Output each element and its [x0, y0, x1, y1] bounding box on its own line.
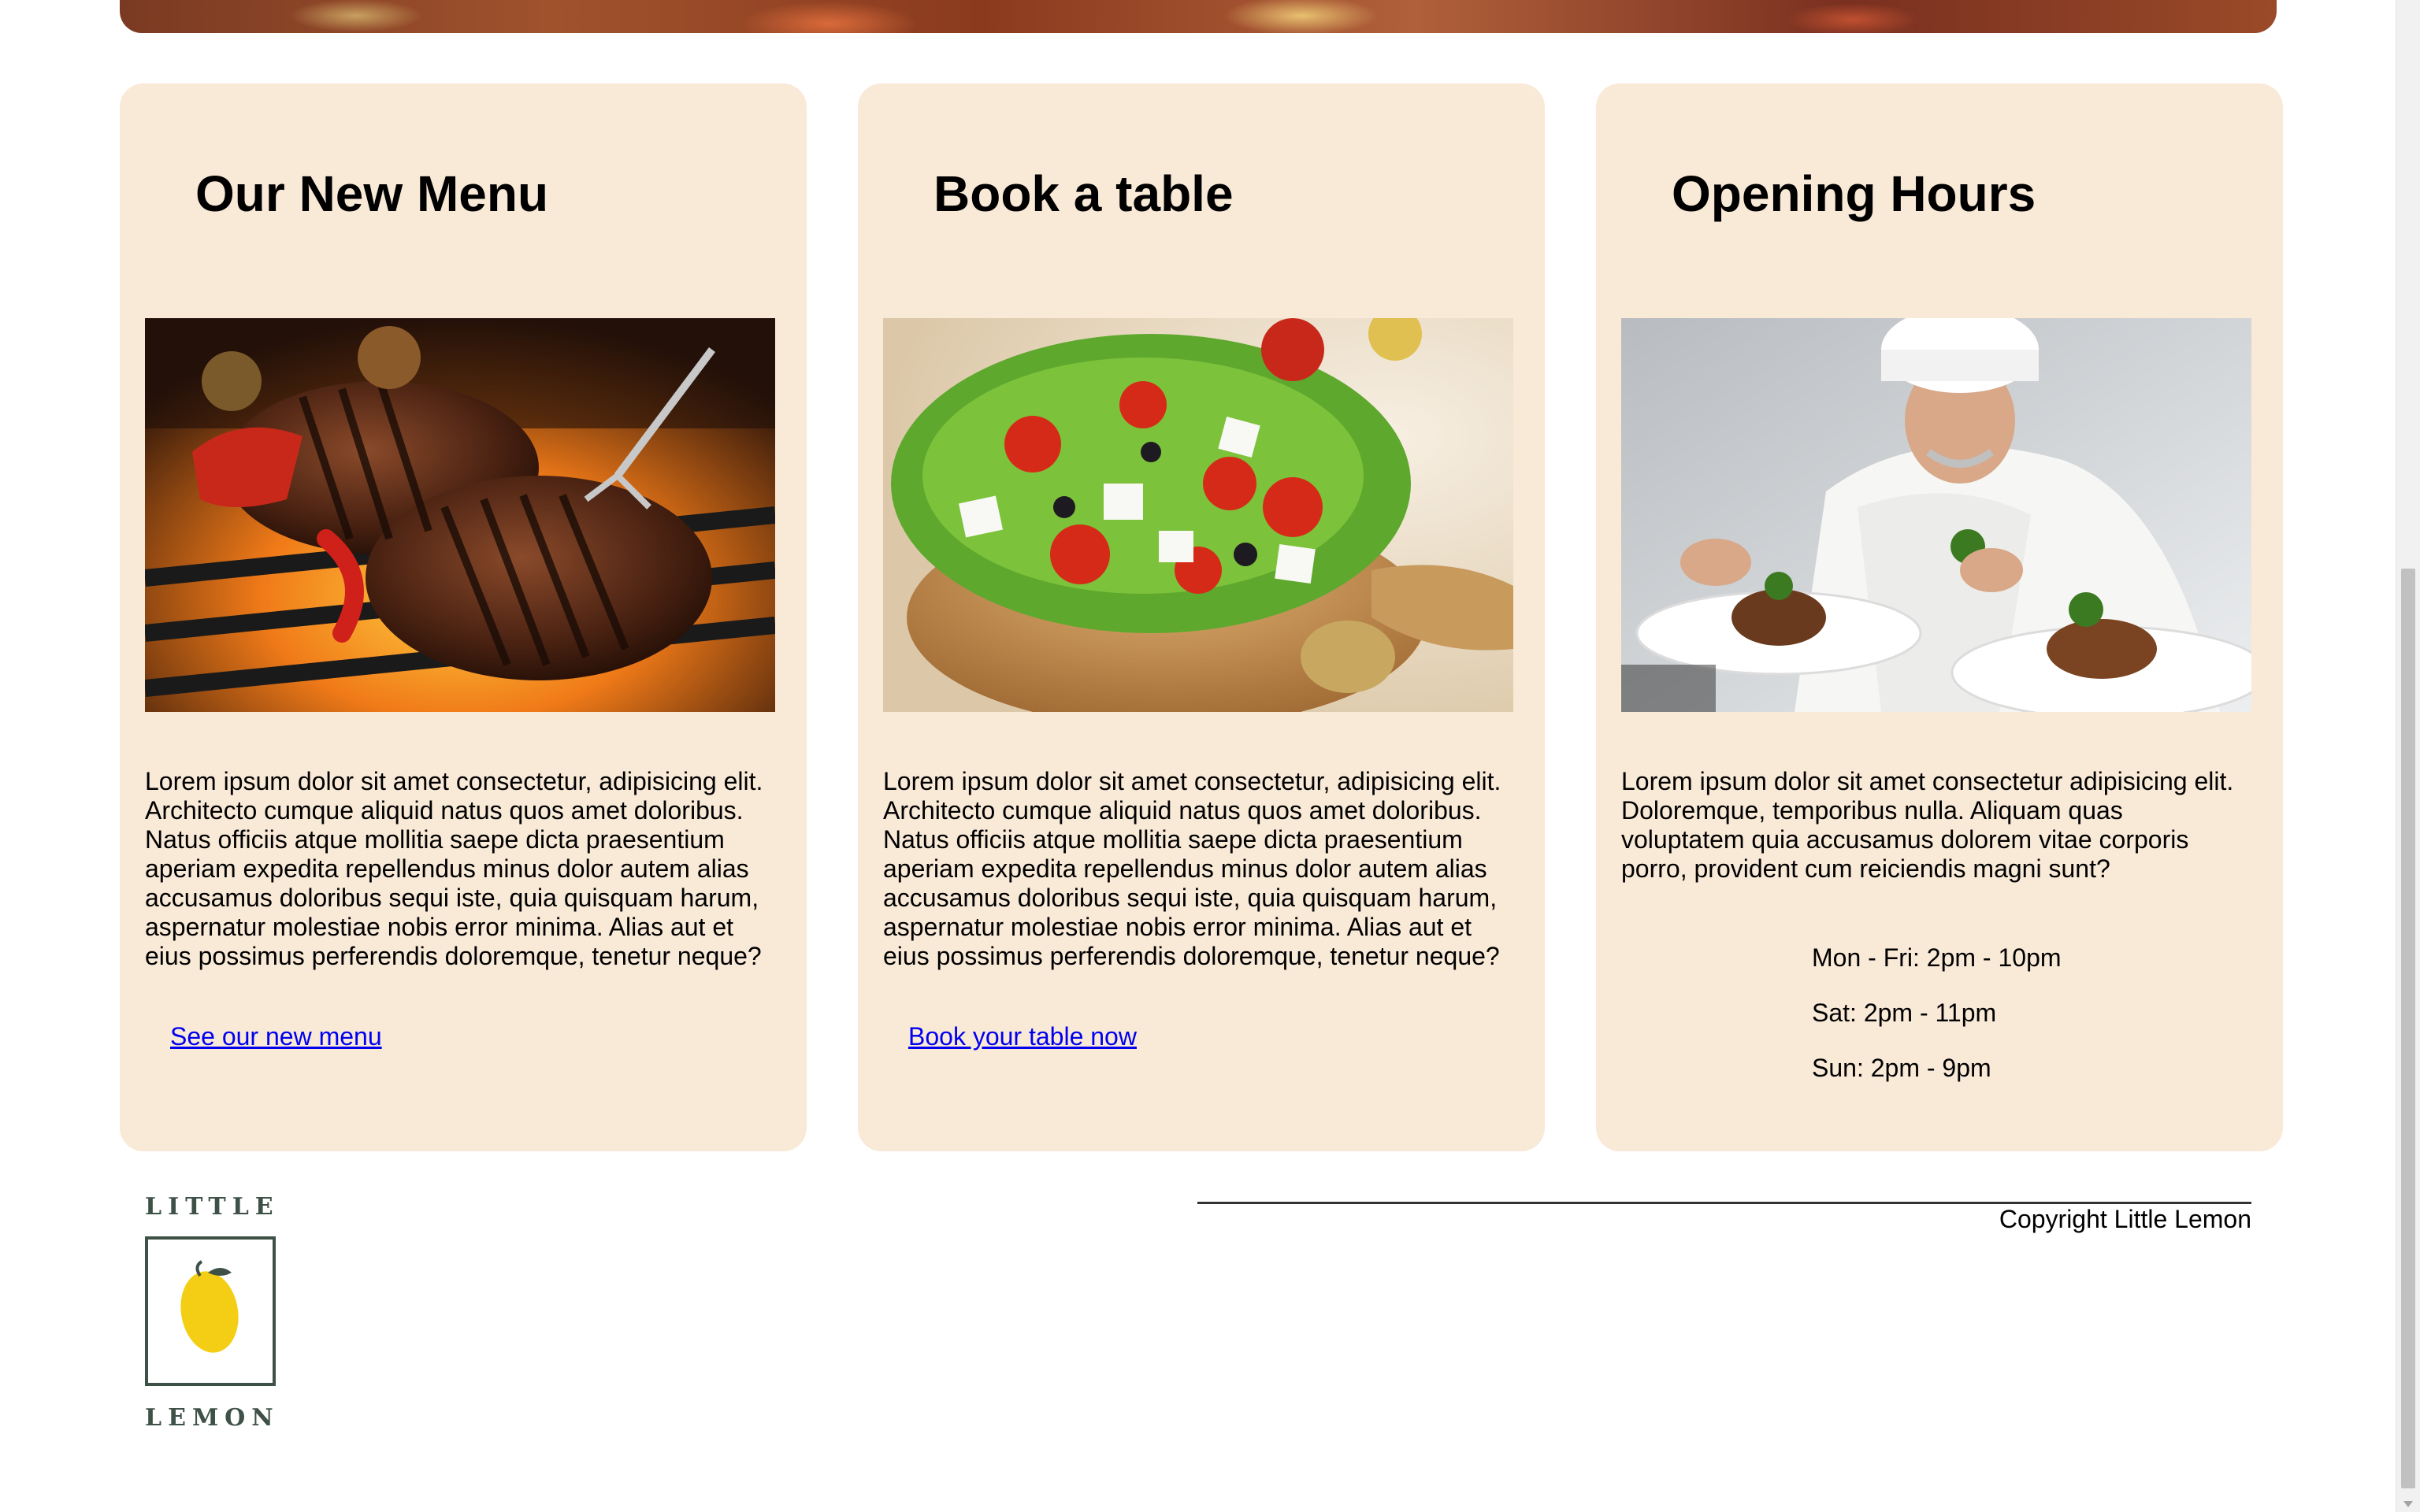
- logo-text-top: LITTLE: [145, 1197, 279, 1221]
- card-title: Book a table: [933, 165, 1234, 222]
- opening-hours-card: Opening Hours Lorem ipsum dolor sit amet…: [1596, 83, 2283, 1151]
- book-table-link[interactable]: Book your table now: [908, 1021, 1137, 1052]
- see-menu-link[interactable]: See our new menu: [170, 1021, 382, 1052]
- grilled-steak-photo: [145, 318, 775, 712]
- card-title: Our New Menu: [195, 165, 549, 222]
- logo-text-bottom: LEMON: [145, 1404, 279, 1432]
- chef-plating-photo: [1621, 318, 2251, 712]
- hours-weekdays: Mon - Fri: 2pm - 10pm: [1812, 943, 2062, 972]
- card-description: Lorem ipsum dolor sit amet consectetur a…: [1621, 767, 2234, 883]
- scrollbar-thumb[interactable]: [2401, 569, 2415, 1488]
- menu-card: Our New Menu Lorem ipsum dolor sit amet …: [120, 83, 807, 1151]
- book-table-card: Book a table Lorem ipsum dolor sit amet …: [858, 83, 1545, 1151]
- greek-salad-photo: [883, 318, 1513, 712]
- little-lemon-logo[interactable]: LITTLE LEMON: [145, 1193, 279, 1433]
- card-title: Opening Hours: [1672, 165, 2036, 222]
- opening-hours-list: Mon - Fri: 2pm - 10pm Sat: 2pm - 11pm Su…: [1812, 942, 2062, 1107]
- copyright-text: Copyright Little Lemon: [1999, 1205, 2251, 1233]
- hours-sunday: Sun: 2pm - 9pm: [1812, 1054, 1991, 1082]
- hero-image: [120, 0, 2277, 33]
- hours-saturday: Sat: 2pm - 11pm: [1812, 999, 1997, 1027]
- scroll-down-arrow-icon[interactable]: [2403, 1501, 2413, 1507]
- card-description: Lorem ipsum dolor sit amet consectetur, …: [883, 767, 1501, 970]
- card-description: Lorem ipsum dolor sit amet consectetur, …: [145, 767, 763, 970]
- page-scrollbar[interactable]: [2396, 0, 2420, 1512]
